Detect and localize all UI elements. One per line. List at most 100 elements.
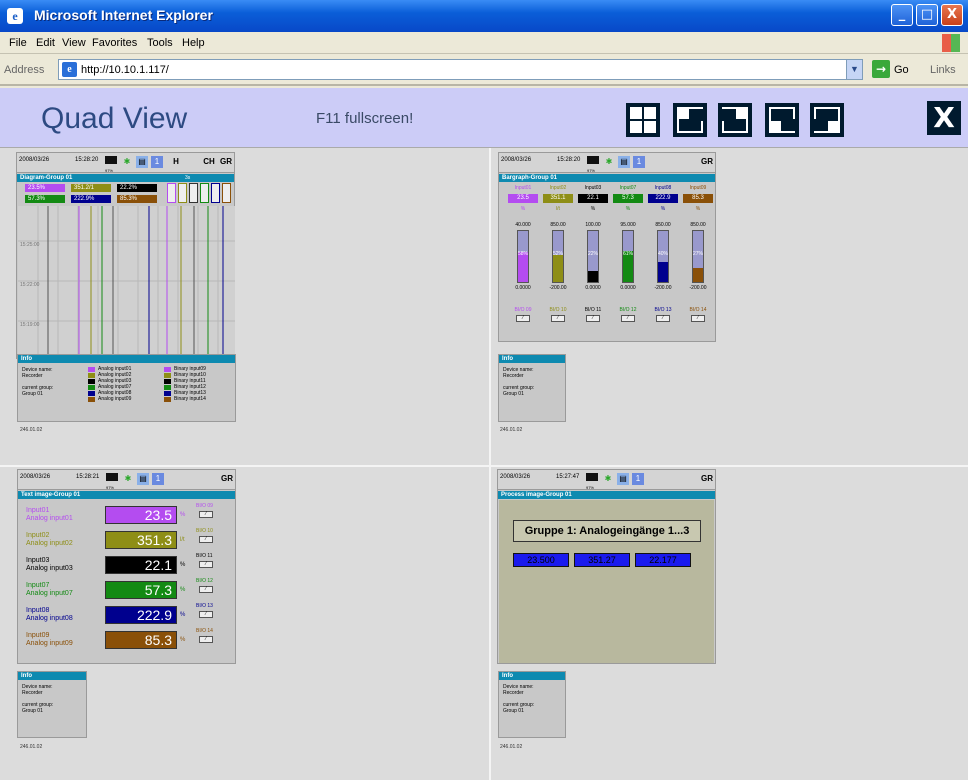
alarm-bell-icon[interactable]: ✱ <box>603 156 615 168</box>
page-1-icon[interactable]: 1 <box>152 473 164 485</box>
bottom-left-view-button[interactable] <box>765 103 799 137</box>
binary-io-label: BI/O 11 <box>584 307 602 313</box>
row-channel-name: Input01 <box>26 507 50 514</box>
close-quad-view-button[interactable]: X <box>927 101 961 135</box>
quad-divider-vertical <box>489 148 491 780</box>
bar-channel-name: Input02 <box>549 185 567 191</box>
text-image-panel[interactable]: 2008/03/26 15:28:21 97% ✱ ▤ 1 GR Text im… <box>17 469 236 664</box>
menu-help[interactable]: Help <box>182 37 205 49</box>
value-box: 351.2/1 <box>71 184 111 192</box>
address-input[interactable]: e http://10.10.1.117/ ▼ <box>58 59 863 80</box>
address-url: http://10.10.1.117/ <box>81 64 169 76</box>
binary-io-label: BI/O 09 <box>196 503 213 509</box>
bar-channel-name: Input07 <box>619 185 637 191</box>
bar-percent: 61% <box>623 251 634 257</box>
address-dropdown-button[interactable]: ▼ <box>846 60 862 79</box>
bar-fill <box>588 270 598 282</box>
binary-io-indicator: ⁄ <box>199 586 213 593</box>
windows-flag-icon <box>942 34 960 52</box>
device-name: Recorder <box>503 373 524 379</box>
bar-max: 40.000 <box>515 222 531 228</box>
menu-tools[interactable]: Tools <box>147 37 173 49</box>
bar-unit: % <box>625 206 631 212</box>
legend-color <box>88 391 95 396</box>
firmware-version: 246.01.02 <box>20 744 43 750</box>
binary-io-indicator: ⁄ <box>199 536 213 543</box>
legend-color <box>88 373 95 378</box>
go-button[interactable]: Go <box>894 64 909 76</box>
links-button[interactable]: Links <box>930 64 956 76</box>
row-channel-name: Input03 <box>26 557 50 564</box>
group-button[interactable]: GR <box>220 156 232 168</box>
legend-item: Binary input14 <box>174 396 206 402</box>
alarm-bell-icon[interactable]: ✱ <box>602 473 614 485</box>
alarm-bell-icon[interactable]: ✱ <box>122 473 134 485</box>
group-button[interactable]: GR <box>701 156 713 168</box>
info-panel: Info Device name: Recorder current group… <box>17 671 87 738</box>
menu-favorites[interactable]: Favorites <box>92 37 137 49</box>
device-name: Recorder <box>22 373 43 379</box>
panel-toolbar: 2008/03/26 15:28:20 97% ✱ ▤ 1 GR <box>499 153 715 173</box>
display-icon[interactable]: ▤ <box>617 473 629 485</box>
row-channel-desc: Analog input02 <box>26 540 73 547</box>
binary-io-label: BI/O 09 <box>514 307 532 313</box>
go-arrow-icon[interactable]: → <box>872 60 890 78</box>
row-value: 57.3 <box>105 581 177 599</box>
process-heading: Gruppe 1: Analogeingänge 1...3 <box>513 520 701 542</box>
row-value: 85.3 <box>105 631 177 649</box>
binary-io-indicator: ⁄ <box>516 315 530 322</box>
bargraph-column: Input08 222.9% 850.00 40% -200.00 BI/O 13 ⁄ <box>647 185 679 341</box>
row-unit: % <box>180 637 186 643</box>
bar-track: 22% <box>587 230 599 283</box>
binary-io-indicator: ⁄ <box>199 511 213 518</box>
alarm-bell-icon[interactable]: ✱ <box>121 156 133 168</box>
ie-logo-icon: e <box>7 8 23 24</box>
bar-unit: % <box>520 206 526 212</box>
fullscreen-hint: F11 fullscreen! <box>316 110 414 127</box>
maximize-button[interactable]: □ <box>916 4 938 26</box>
bargraph-panel[interactable]: 2008/03/26 15:28:20 97% ✱ ▤ 1 GR Bargrap… <box>498 152 716 342</box>
process-image-panel[interactable]: 2008/03/26 15:27:47 97% ✱ ▤ 1 GR Process… <box>497 469 716 664</box>
row-unit: % <box>180 512 186 518</box>
row-channel-desc: Analog input03 <box>26 565 73 572</box>
menu-edit[interactable]: Edit <box>36 37 55 49</box>
row-channel-name: Input02 <box>26 532 50 539</box>
battery-icon <box>587 156 599 164</box>
group-button[interactable]: GR <box>221 473 233 485</box>
minimize-button[interactable]: _ <box>891 4 913 26</box>
page-1-icon[interactable]: 1 <box>632 473 644 485</box>
top-right-view-button[interactable] <box>718 103 752 137</box>
battery-icon <box>105 156 117 164</box>
row-value: 222.9 <box>105 606 177 624</box>
menu-file[interactable]: File <box>9 37 27 49</box>
menu-view[interactable]: View <box>62 37 86 49</box>
row-unit: % <box>180 612 186 618</box>
group-button[interactable]: GR <box>701 473 713 485</box>
legend-color <box>164 385 171 390</box>
bottom-right-view-button[interactable] <box>810 103 844 137</box>
history-button[interactable]: H <box>170 156 182 168</box>
top-left-view-button[interactable] <box>673 103 707 137</box>
bargraph-column: Input03 22.1% 100.00 22% 0.0000 BI/O 11 ⁄ <box>577 185 609 341</box>
binary-io-label: BI/O 13 <box>196 603 213 609</box>
legend-color <box>164 379 171 384</box>
diagram-panel[interactable]: 2008/03/26 15:28:20 97% ✱ ▤ 1 H CH GR Di… <box>16 152 235 359</box>
row-unit: % <box>180 562 186 568</box>
text-row: Input08 Analog input08 222.9% BI/O 13 ⁄ <box>18 603 237 628</box>
bar-min: 0.0000 <box>515 285 531 291</box>
page-1-icon[interactable]: 1 <box>151 156 163 168</box>
display-icon[interactable]: ▤ <box>137 473 149 485</box>
quad-layout-button[interactable] <box>626 103 660 137</box>
bar-min: -200.00 <box>549 285 567 291</box>
page-1-icon[interactable]: 1 <box>633 156 645 168</box>
legend-item: Analog input09 <box>98 396 132 402</box>
close-window-button[interactable]: X <box>941 4 963 26</box>
binary-io-label: BI/O 12 <box>619 307 637 313</box>
row-value: 351.3 <box>105 531 177 549</box>
channel-button[interactable]: CH <box>203 156 215 168</box>
time-label: 15:19:00 <box>20 322 40 328</box>
display-icon[interactable]: ▤ <box>618 156 630 168</box>
display-icon[interactable]: ▤ <box>136 156 148 168</box>
binary-io-indicator: ⁄ <box>199 611 213 618</box>
row-unit: l/t <box>180 537 185 543</box>
